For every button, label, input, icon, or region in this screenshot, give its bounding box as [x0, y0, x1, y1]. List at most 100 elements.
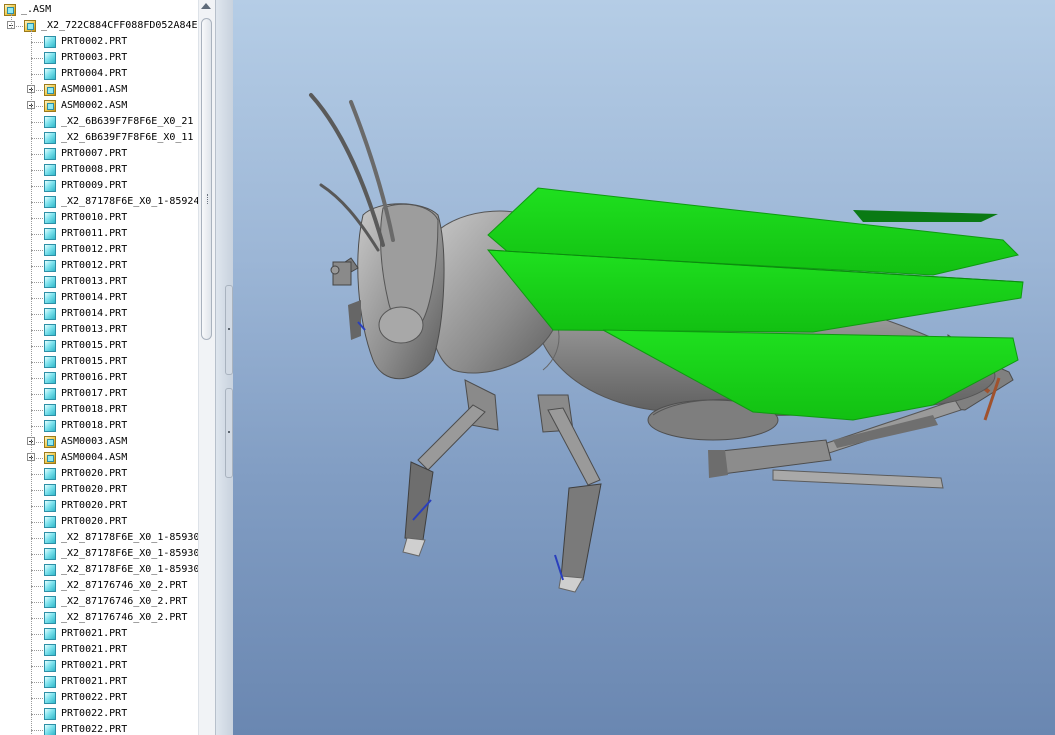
part-icon [44, 420, 56, 432]
model-tree-panel: _.ASM _X2_722C884CFF088FD052A84E PRT0002.P… [0, 0, 216, 735]
splitter-handle-bottom[interactable] [225, 388, 233, 478]
tree-item-part[interactable]: PRT0004.PRT [0, 66, 198, 82]
tree-item-part[interactable]: PRT0018.PRT [0, 418, 198, 434]
tree-item-part[interactable]: PRT0013.PRT [0, 322, 198, 338]
tree-item-part[interactable]: PRT0021.PRT [0, 642, 198, 658]
tree-connector [31, 682, 43, 683]
tree-item-part[interactable]: PRT0010.PRT [0, 210, 198, 226]
tree-connector [31, 426, 43, 427]
tree-item-part[interactable]: _X2_87178F6E_X0_1-85930 [0, 530, 198, 546]
tree-guide-line [11, 14, 12, 28]
panel-splitter[interactable] [215, 0, 233, 735]
tree-item-label: PRT0007.PRT [61, 148, 128, 159]
tree-item-part[interactable]: PRT0016.PRT [0, 370, 198, 386]
tree-item-assembly[interactable]: ASM0002.ASM [0, 98, 198, 114]
tree-item-part[interactable]: PRT0022.PRT [0, 690, 198, 706]
tree-connector [31, 138, 43, 139]
tree-item-part[interactable]: _X2_6B639F7F8F6E_X0_21 [0, 114, 198, 130]
splitter-handle-top[interactable] [225, 285, 233, 375]
part-icon [44, 692, 56, 704]
tree-item-part[interactable]: PRT0002.PRT [0, 34, 198, 50]
tree-item-part[interactable]: PRT0014.PRT [0, 290, 198, 306]
tree-item-part[interactable]: PRT0013.PRT [0, 274, 198, 290]
tree-connector [31, 42, 43, 43]
tree-item-assembly[interactable]: ASM0001.ASM [0, 82, 198, 98]
part-icon [44, 388, 56, 400]
tree-item-part[interactable]: PRT0020.PRT [0, 466, 198, 482]
tree-item-label: ASM0001.ASM [61, 84, 128, 95]
tree-item-part[interactable]: _X2_87176746_X0_2.PRT [0, 578, 198, 594]
tree-item-part[interactable]: PRT0018.PRT [0, 402, 198, 418]
tree-item-part[interactable]: PRT0014.PRT [0, 306, 198, 322]
part-icon [44, 404, 56, 416]
part-icon [44, 292, 56, 304]
tree-item-part[interactable]: PRT0022.PRT [0, 722, 198, 735]
tree-connector [31, 522, 43, 523]
tree-item-part[interactable]: PRT0021.PRT [0, 674, 198, 690]
tree-item-part[interactable]: PRT0009.PRT [0, 178, 198, 194]
tree-item-assembly[interactable]: _X2_722C884CFF088FD052A84E [0, 18, 198, 34]
tree-item-label: PRT0021.PRT [61, 676, 128, 687]
tree-item-label: _X2_87176746_X0_2.PRT [61, 580, 188, 591]
tree-item-part[interactable]: _X2_87178F6E_X0_1-85930 [0, 546, 198, 562]
tree-item-part[interactable]: PRT0003.PRT [0, 50, 198, 66]
tree-item-part[interactable]: _X2_6B639F7F8F6E_X0_11 [0, 130, 198, 146]
tree-item-part[interactable]: PRT0012.PRT [0, 258, 198, 274]
tree-connector [31, 202, 43, 203]
tree-item-label: PRT0010.PRT [61, 212, 128, 223]
tree-item-assembly[interactable]: ASM0003.ASM [0, 434, 198, 450]
tree-connector [31, 170, 43, 171]
part-icon [44, 228, 56, 240]
tree-item-part[interactable]: _X2_87176746_X0_2.PRT [0, 610, 198, 626]
tree-item-part[interactable]: PRT0020.PRT [0, 498, 198, 514]
tree-item-part[interactable]: PRT0011.PRT [0, 226, 198, 242]
tree-connector [31, 554, 43, 555]
part-icon [44, 596, 56, 608]
tree-item-part[interactable]: PRT0020.PRT [0, 514, 198, 530]
part-icon [44, 500, 56, 512]
tree-item-label: PRT0011.PRT [61, 228, 128, 239]
tree-item-label: PRT0021.PRT [61, 644, 128, 655]
tree-item-part[interactable]: PRT0022.PRT [0, 706, 198, 722]
tree-connector [31, 250, 43, 251]
tree-item-part[interactable]: PRT0021.PRT [0, 626, 198, 642]
tree-scrollbar[interactable] [198, 0, 215, 735]
tree-item-assembly[interactable]: _.ASM [0, 2, 198, 18]
tree-item-label: ASM0003.ASM [61, 436, 128, 447]
tree-connector [31, 666, 43, 667]
tree-item-part[interactable]: PRT0020.PRT [0, 482, 198, 498]
tree-item-part[interactable]: PRT0007.PRT [0, 146, 198, 162]
tree-item-label: PRT0013.PRT [61, 276, 128, 287]
scroll-thumb[interactable] [201, 18, 212, 340]
part-icon [44, 308, 56, 320]
tree-item-label: _X2_87176746_X0_2.PRT [61, 596, 188, 607]
tree-connector [31, 650, 43, 651]
tree-connector [31, 394, 43, 395]
tree-item-part[interactable]: PRT0008.PRT [0, 162, 198, 178]
part-icon [44, 68, 56, 80]
grasshopper-model[interactable] [233, 0, 1055, 735]
tree-item-part[interactable]: _X2_87178F6E_X0_1-85930 [0, 562, 198, 578]
tree-item-part[interactable]: PRT0012.PRT [0, 242, 198, 258]
tree-item-part[interactable]: PRT0017.PRT [0, 386, 198, 402]
graphics-viewport[interactable] [233, 0, 1055, 735]
tree-item-part[interactable]: PRT0021.PRT [0, 658, 198, 674]
tree-item-label: PRT0015.PRT [61, 340, 128, 351]
assembly-icon [44, 84, 56, 96]
tree-connector [31, 362, 43, 363]
tree-item-label: PRT0020.PRT [61, 500, 128, 511]
tree-connector [31, 74, 43, 75]
tree-item-part[interactable]: PRT0015.PRT [0, 338, 198, 354]
tree-item-label: PRT0016.PRT [61, 372, 128, 383]
grip-icon [207, 194, 210, 204]
part-icon [44, 532, 56, 544]
tree-item-label: PRT0009.PRT [61, 180, 128, 191]
tree-item-label: PRT0014.PRT [61, 308, 128, 319]
scroll-up-arrow-icon[interactable] [201, 3, 211, 9]
tree-item-part[interactable]: PRT0015.PRT [0, 354, 198, 370]
assembly-icon [24, 20, 36, 32]
part-icon [44, 164, 56, 176]
tree-item-part[interactable]: _X2_87176746_X0_2.PRT [0, 594, 198, 610]
tree-item-part[interactable]: _X2_87178F6E_X0_1-85924 [0, 194, 198, 210]
tree-item-assembly[interactable]: ASM0004.ASM [0, 450, 198, 466]
